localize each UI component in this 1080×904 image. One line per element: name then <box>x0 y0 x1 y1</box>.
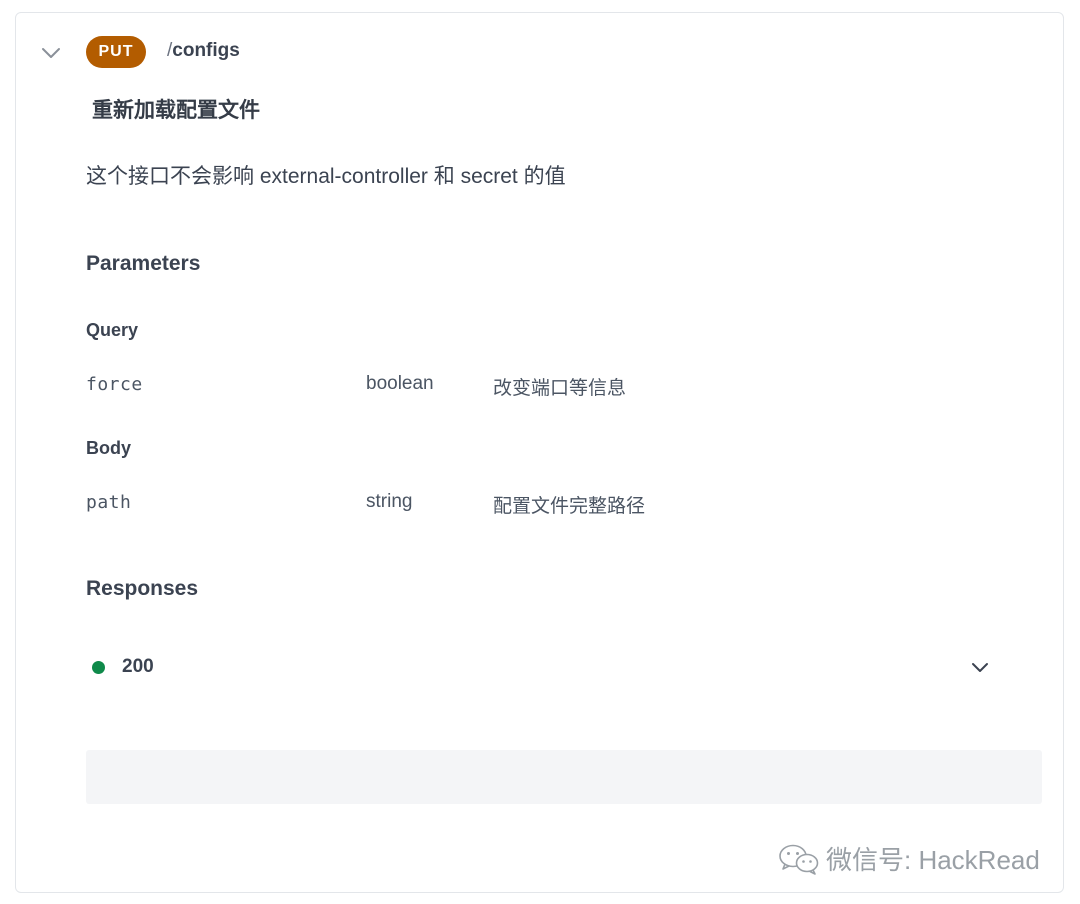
collapse-toggle-button[interactable] <box>40 42 62 64</box>
response-status-code: 200 <box>122 656 154 677</box>
method-badge: PUT <box>86 36 146 68</box>
param-name: path <box>86 492 132 513</box>
endpoint-path: /configs <box>167 40 240 62</box>
param-type: boolean <box>366 373 434 394</box>
watermark: 微信号: HackRead <box>778 840 1040 877</box>
param-description: 改变端口等信息 <box>493 378 627 399</box>
responses-heading: Responses <box>86 577 199 600</box>
wechat-icon <box>779 844 819 875</box>
chevron-down-icon <box>972 663 988 672</box>
endpoint-summary: 重新加载配置文件 <box>92 99 260 122</box>
query-group-heading: Query <box>86 320 139 340</box>
endpoint-path-name: configs <box>172 40 240 61</box>
endpoint-description: 这个接口不会影响 external-controller 和 secret 的值 <box>86 165 566 188</box>
status-dot <box>92 661 105 674</box>
expand-response-button[interactable] <box>968 656 992 680</box>
parameters-heading: Parameters <box>86 252 201 275</box>
body-group-heading: Body <box>86 438 131 458</box>
watermark-text: 微信号: HackRead <box>826 845 1040 875</box>
response-row-200[interactable]: 200 <box>86 646 1004 688</box>
param-name: force <box>86 374 143 395</box>
chevron-down-icon <box>42 48 60 58</box>
param-type: string <box>366 491 413 512</box>
response-body-panel <box>86 750 1042 804</box>
param-description: 配置文件完整路径 <box>493 496 646 517</box>
